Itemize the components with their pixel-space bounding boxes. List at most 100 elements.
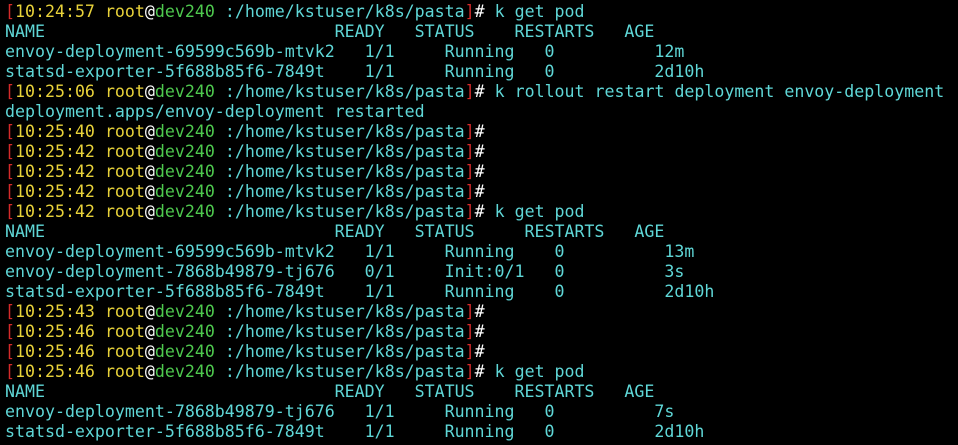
command-text: k get pod (484, 362, 585, 381)
prompt-path: /home/kstuser/k8s/pasta (234, 122, 465, 141)
prompt-at: @ (144, 362, 155, 381)
prompt-at: @ (144, 202, 155, 221)
prompt-host: dev240 (154, 322, 215, 341)
prompt-space: : (214, 182, 235, 201)
prompt-at: @ (144, 302, 155, 321)
prompt-user: root (104, 202, 145, 221)
prompt-hash: # (474, 342, 485, 361)
command-text: k rollout restart deployment envoy-deplo… (484, 82, 945, 101)
prompt-line: [10:25:06 root@dev240 :/home/kstuser/k8s… (5, 82, 958, 102)
prompt-line: [10:25:46 root@dev240 :/home/kstuser/k8s… (5, 362, 958, 382)
prompt-space: : (214, 2, 235, 21)
prompt-open-bracket: [ (5, 202, 15, 221)
prompt-host: dev240 (154, 302, 215, 321)
prompt-path: /home/kstuser/k8s/pasta (234, 162, 465, 181)
prompt-time: 10:25:40 (15, 122, 95, 141)
terminal-window[interactable]: [10:24:57 root@dev240 :/home/kstuser/k8s… (0, 0, 958, 445)
prompt-space: : (214, 322, 235, 341)
prompt-hash: # (474, 362, 485, 381)
prompt-open-bracket: [ (5, 2, 15, 21)
prompt-at: @ (144, 122, 155, 141)
prompt-line: [10:25:42 root@dev240 :/home/kstuser/k8s… (5, 182, 958, 202)
terminal-output: [10:24:57 root@dev240 :/home/kstuser/k8s… (5, 2, 958, 442)
prompt-close-bracket: ] (464, 342, 475, 361)
output-line: NAME READY STATUS RESTARTS AGE (5, 22, 958, 42)
output-text: envoy-deployment-7868b49879-tj676 1/1 Ru… (5, 402, 675, 421)
prompt-at: @ (144, 142, 155, 161)
command-text: k get pod (484, 202, 585, 221)
prompt-at: @ (144, 322, 155, 341)
prompt-path: /home/kstuser/k8s/pasta (234, 82, 465, 101)
prompt-user: root (104, 182, 145, 201)
prompt-space: : (214, 302, 235, 321)
prompt-open-bracket: [ (5, 82, 15, 101)
prompt-open-bracket: [ (5, 142, 15, 161)
prompt-line: [10:25:43 root@dev240 :/home/kstuser/k8s… (5, 302, 958, 322)
prompt-host: dev240 (154, 182, 215, 201)
prompt-line: [10:25:42 root@dev240 :/home/kstuser/k8s… (5, 202, 958, 222)
prompt-time: 10:25:42 (15, 142, 95, 161)
prompt-hash: # (474, 322, 485, 341)
prompt-hash: # (474, 162, 485, 181)
prompt-at: @ (144, 2, 155, 21)
output-line: statsd-exporter-5f688b85f6-7849t 1/1 Run… (5, 422, 958, 442)
prompt-at: @ (144, 82, 155, 101)
prompt-open-bracket: [ (5, 342, 15, 361)
prompt-host: dev240 (154, 142, 215, 161)
prompt-host: dev240 (154, 362, 215, 381)
prompt-path: /home/kstuser/k8s/pasta (234, 142, 465, 161)
prompt-close-bracket: ] (464, 82, 475, 101)
prompt-close-bracket: ] (464, 142, 475, 161)
prompt-space: : (214, 162, 235, 181)
prompt-user: root (104, 82, 145, 101)
prompt-close-bracket: ] (464, 302, 475, 321)
output-text: deployment.apps/envoy-deployment restart… (5, 102, 425, 121)
output-line: NAME READY STATUS RESTARTS AGE (5, 382, 958, 402)
prompt-open-bracket: [ (5, 122, 15, 141)
prompt-close-bracket: ] (464, 362, 475, 381)
prompt-hash: # (474, 122, 485, 141)
prompt-path: /home/kstuser/k8s/pasta (234, 302, 465, 321)
prompt-path: /home/kstuser/k8s/pasta (234, 182, 465, 201)
prompt-time: 10:25:43 (15, 302, 95, 321)
prompt-user: root (104, 162, 145, 181)
command-text: k get pod (484, 2, 585, 21)
prompt-line: [10:25:46 root@dev240 :/home/kstuser/k8s… (5, 342, 958, 362)
prompt-time: 10:25:42 (15, 162, 95, 181)
prompt-close-bracket: ] (464, 182, 475, 201)
output-text: envoy-deployment-69599c569b-mtvk2 1/1 Ru… (5, 42, 685, 61)
prompt-hash: # (474, 82, 485, 101)
prompt-path: /home/kstuser/k8s/pasta (234, 342, 465, 361)
prompt-close-bracket: ] (464, 202, 475, 221)
prompt-host: dev240 (154, 82, 215, 101)
prompt-space: : (214, 342, 235, 361)
prompt-hash: # (474, 202, 485, 221)
prompt-at: @ (144, 162, 155, 181)
prompt-host: dev240 (154, 342, 215, 361)
prompt-line: [10:24:57 root@dev240 :/home/kstuser/k8s… (5, 2, 958, 22)
prompt-space: : (214, 122, 235, 141)
prompt-host: dev240 (154, 162, 215, 181)
output-text: statsd-exporter-5f688b85f6-7849t 1/1 Run… (5, 62, 705, 81)
prompt-user: root (104, 122, 145, 141)
prompt-line: [10:25:46 root@dev240 :/home/kstuser/k8s… (5, 322, 958, 342)
prompt-path: /home/kstuser/k8s/pasta (234, 2, 465, 21)
prompt-time: 10:25:42 (15, 202, 95, 221)
prompt-path: /home/kstuser/k8s/pasta (234, 362, 465, 381)
prompt-user: root (104, 302, 145, 321)
output-text: statsd-exporter-5f688b85f6-7849t 1/1 Run… (5, 282, 715, 301)
output-line: NAME READY STATUS RESTARTS AGE (5, 222, 958, 242)
prompt-host: dev240 (154, 2, 215, 21)
output-text: envoy-deployment-7868b49879-tj676 0/1 In… (5, 262, 685, 281)
output-text: statsd-exporter-5f688b85f6-7849t 1/1 Run… (5, 422, 705, 441)
prompt-close-bracket: ] (464, 322, 475, 341)
prompt-host: dev240 (154, 122, 215, 141)
